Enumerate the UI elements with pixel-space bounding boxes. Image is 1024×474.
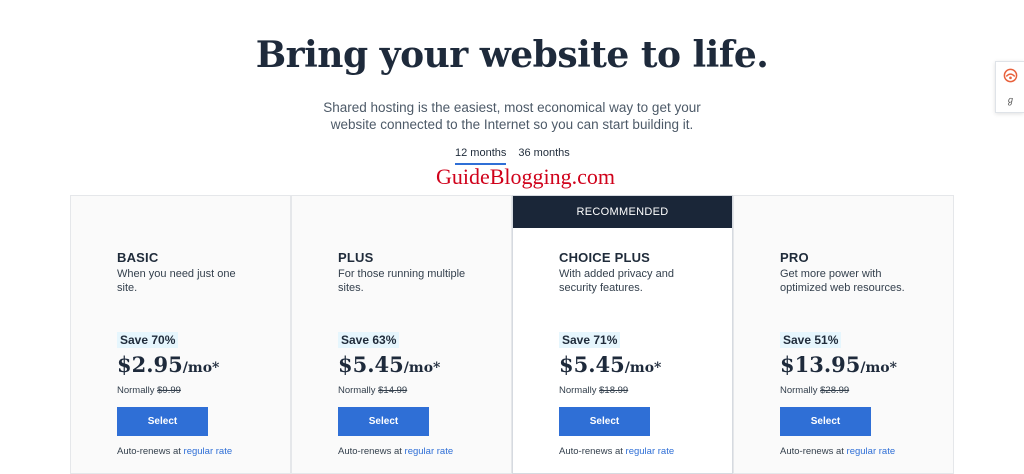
- page-subtitle: Shared hosting is the easiest, most econ…: [323, 100, 701, 132]
- plan-price: $2.95/mo*: [117, 352, 219, 377]
- page-title: Bring your website to life.: [255, 34, 769, 76]
- regular-rate-link[interactable]: regular rate: [626, 446, 675, 457]
- plan-price: $13.95/mo*: [780, 352, 897, 377]
- price-unit: /mo*: [860, 360, 897, 376]
- tab-12-months[interactable]: 12 months: [455, 147, 507, 165]
- pricing-plans: BASIC When you need just one site. Save …: [70, 195, 954, 474]
- normally-label: Normally: [117, 385, 155, 396]
- plan-price: $5.45/mo*: [559, 352, 661, 377]
- normal-price: Normally $18.99: [559, 385, 628, 396]
- plan-description: For those running multiple sites.: [338, 268, 466, 294]
- normal-price: Normally $9.99: [117, 385, 181, 396]
- normally-label: Normally: [338, 385, 376, 396]
- recommended-banner: RECOMMENDED: [513, 196, 732, 228]
- auto-renew-text: Auto-renews at: [117, 446, 181, 457]
- save-badge: Save 63%: [338, 332, 400, 348]
- select-button-pro[interactable]: Select: [780, 407, 871, 436]
- auto-renew-note: Auto-renews at regular rate: [780, 446, 895, 457]
- regular-rate-link[interactable]: regular rate: [184, 446, 233, 457]
- select-button-basic[interactable]: Select: [117, 407, 208, 436]
- save-badge: Save 51%: [780, 332, 842, 348]
- auto-renew-text: Auto-renews at: [780, 446, 844, 457]
- plan-card-pro: PRO Get more power with optimized web re…: [733, 195, 954, 474]
- normally-label: Normally: [780, 385, 818, 396]
- plan-name: BASIC: [117, 250, 159, 265]
- select-button-choice-plus[interactable]: Select: [559, 407, 650, 436]
- plan-card-plus: PLUS For those running multiple sites. S…: [291, 195, 512, 474]
- auto-renew-note: Auto-renews at regular rate: [338, 446, 453, 457]
- auto-renew-text: Auto-renews at: [338, 446, 402, 457]
- normally-price: $18.99: [599, 385, 629, 396]
- regular-rate-link[interactable]: regular rate: [405, 446, 454, 457]
- regular-rate-link[interactable]: regular rate: [847, 446, 896, 457]
- plan-card-basic: BASIC When you need just one site. Save …: [70, 195, 291, 474]
- normally-price: $28.99: [820, 385, 850, 396]
- auto-renew-text: Auto-renews at: [559, 446, 623, 457]
- normally-price: $14.99: [378, 385, 408, 396]
- save-badge: Save 71%: [559, 332, 621, 348]
- auto-renew-note: Auto-renews at regular rate: [117, 446, 232, 457]
- support-agent-icon[interactable]: [1003, 68, 1018, 83]
- normally-label: Normally: [559, 385, 597, 396]
- plan-card-choice-plus: RECOMMENDED CHOICE PLUS With added priva…: [512, 195, 733, 474]
- select-button-plus[interactable]: Select: [338, 407, 429, 436]
- plan-name: PLUS: [338, 250, 374, 265]
- normal-price: Normally $28.99: [780, 385, 849, 396]
- watermark: GuideBlogging.com: [435, 164, 616, 189]
- side-widget[interactable]: ℊ: [995, 61, 1024, 113]
- price-unit: /mo*: [182, 360, 220, 376]
- normal-price: Normally $14.99: [338, 385, 407, 396]
- normally-price: $9.99: [157, 385, 181, 396]
- plan-name: PRO: [780, 250, 809, 265]
- save-badge: Save 70%: [117, 332, 179, 348]
- price-unit: /mo*: [403, 360, 441, 376]
- tab-36-months[interactable]: 36 months: [518, 147, 569, 165]
- plan-description: Get more power with optimized web resour…: [780, 268, 905, 294]
- price-amount: $5.45: [338, 352, 404, 377]
- plan-price: $5.45/mo*: [338, 352, 440, 377]
- term-tabs: 12 months 36 months: [455, 147, 570, 165]
- plan-description: When you need just one site.: [117, 268, 236, 294]
- plan-description: With added privacy and security features…: [559, 268, 674, 294]
- accessibility-icon[interactable]: ℊ: [1006, 93, 1015, 106]
- price-unit: /mo*: [624, 360, 662, 376]
- price-amount: $2.95: [117, 352, 183, 377]
- auto-renew-note: Auto-renews at regular rate: [559, 446, 674, 457]
- plan-name: CHOICE PLUS: [559, 250, 651, 265]
- price-amount: $5.45: [559, 352, 625, 377]
- price-amount: $13.95: [780, 352, 861, 377]
